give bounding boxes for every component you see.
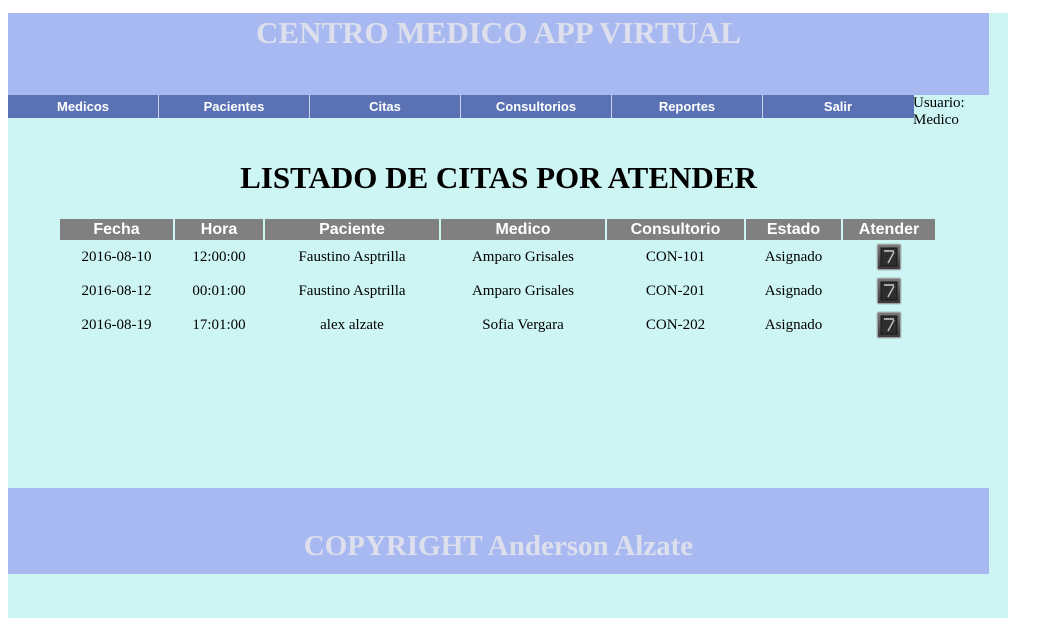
page-title: LISTADO DE CITAS POR ATENDER — [240, 160, 757, 195]
cell-fecha: 2016-08-12 — [81, 282, 152, 299]
main-nav: Medicos Pacientes Citas Consultorios Rep… — [8, 95, 914, 118]
cell-hora: 00:01:00 — [192, 282, 246, 299]
nav-item-reportes[interactable]: Reportes — [612, 95, 763, 118]
cell-paciente: Faustino Asptrilla — [298, 248, 406, 265]
table-header-row: Fecha Hora Paciente Medico Consultorio E… — [60, 219, 935, 240]
nav-item-pacientes[interactable]: Pacientes — [159, 95, 310, 118]
atender-button[interactable] — [877, 278, 901, 304]
cell-atender — [843, 274, 935, 308]
column-header-medico: Medico — [441, 219, 605, 240]
cell-consultorio: CON-201 — [645, 282, 706, 299]
cell-paciente: alex alzate — [320, 316, 384, 333]
cell-atender — [843, 240, 935, 274]
cell-estado: Asignado — [764, 248, 823, 265]
table-row: 2016-08-12 00:01:00 Faustino Asptrilla A… — [60, 274, 935, 308]
cell-fecha: 2016-08-19 — [81, 316, 152, 333]
cell-consultorio: CON-101 — [645, 248, 706, 265]
footer-banner: COPYRIGHT Anderson Alzate — [8, 488, 989, 574]
header-banner: CENTRO MEDICO APP VIRTUAL — [8, 13, 989, 95]
cell-medico: Amparo Grisales — [471, 282, 575, 299]
edit-icon — [880, 315, 898, 335]
atender-button[interactable] — [877, 244, 901, 270]
user-info: Usuario: Medico — [913, 95, 993, 129]
table-row: 2016-08-10 12:00:00 Faustino Asptrilla A… — [60, 240, 935, 274]
edit-icon — [880, 247, 898, 267]
nav-item-consultorios[interactable]: Consultorios — [461, 95, 612, 118]
atender-button[interactable] — [877, 312, 901, 338]
table-row: 2016-08-19 17:01:00 alex alzate Sofia Ve… — [60, 308, 935, 342]
footer-copyright: COPYRIGHT Anderson Alzate — [303, 530, 694, 562]
cell-estado: Asignado — [764, 316, 823, 333]
app-title: CENTRO MEDICO APP VIRTUAL — [256, 15, 741, 50]
cell-medico: Sofia Vergara — [482, 316, 564, 333]
cell-atender — [843, 308, 935, 342]
column-header-fecha: Fecha — [60, 219, 173, 240]
cell-estado: Asignado — [764, 282, 823, 299]
column-header-atender: Atender — [843, 219, 935, 240]
nav-item-salir[interactable]: Salir — [763, 95, 913, 118]
cell-hora: 17:01:00 — [192, 316, 246, 333]
cell-paciente: Faustino Asptrilla — [298, 282, 406, 299]
nav-item-citas[interactable]: Citas — [310, 95, 461, 118]
cell-consultorio: CON-202 — [645, 316, 706, 333]
column-header-hora: Hora — [175, 219, 263, 240]
user-name: Medico — [913, 112, 959, 128]
page-container: CENTRO MEDICO APP VIRTUAL Medicos Pacien… — [8, 13, 1008, 618]
cell-hora: 12:00:00 — [192, 248, 246, 265]
column-header-paciente: Paciente — [265, 219, 439, 240]
cell-fecha: 2016-08-10 — [81, 248, 152, 265]
cell-medico: Amparo Grisales — [471, 248, 575, 265]
citas-table: Fecha Hora Paciente Medico Consultorio E… — [58, 219, 937, 342]
edit-icon — [880, 281, 898, 301]
column-header-estado: Estado — [746, 219, 841, 240]
user-label: Usuario: — [913, 95, 965, 111]
nav-item-medicos[interactable]: Medicos — [8, 95, 159, 118]
column-header-consultorio: Consultorio — [607, 219, 744, 240]
